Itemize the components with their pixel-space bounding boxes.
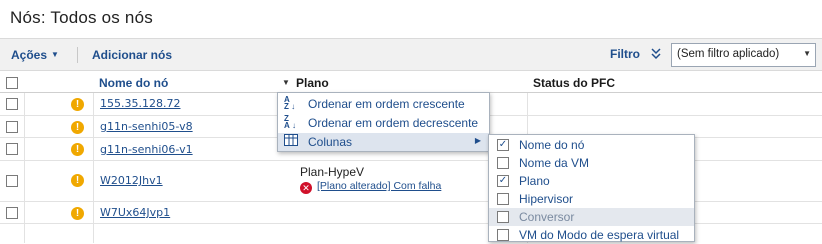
menu-item-sort-descending[interactable]: ZA ↓ Ordenar em ordem decrescente [278,114,489,132]
columns-submenu: ✓ Nome do nó Nome da VM ✓ Plano Hipervis… [488,134,695,242]
menu-item-label: Ordenar em ordem crescente [308,97,465,111]
checkbox-checked[interactable]: ✓ [497,139,509,151]
column-option-vm-name[interactable]: Nome da VM [489,154,694,172]
checkbox-checked[interactable]: ✓ [497,175,509,187]
toolbar-divider [77,47,78,63]
collapse-chevrons-icon[interactable] [650,46,664,62]
error-icon: ✕ [300,182,312,194]
checkbox-unchecked[interactable] [497,229,509,241]
actions-menu-button[interactable]: Ações ▼ [11,48,59,62]
column-option-label: Plano [519,174,550,188]
page-title: Nós: Todos os nós [10,8,153,27]
pfc-status[interactable]: ✕ [Plano alterado] Com falha [300,180,441,194]
filter-select[interactable]: (Sem filtro aplicado) ▼ [671,43,816,67]
checkbox-unchecked[interactable] [497,193,509,205]
column-option-label: VM do Modo de espera virtual [519,228,680,242]
node-name-link[interactable]: W7Ux64Jvp1 [100,206,170,219]
warning-icon: ! [71,121,84,134]
row-checkbox[interactable] [6,121,18,133]
menu-item-label: Ordenar em ordem decrescente [308,116,479,130]
warning-icon: ! [71,143,84,156]
plan-name: Plan-HypeV [300,165,365,179]
header-node-name[interactable]: Nome do nó [99,76,168,90]
row-checkbox[interactable] [6,175,18,187]
pfc-status-link[interactable]: [Plano alterado] Com falha [317,180,441,192]
table-header-row: Nome do nó ▼ Plano Status do PFC [0,73,822,93]
table-row[interactable]: ! W7Ux64Jvp1 [0,202,822,224]
node-name-link[interactable]: W2012Jhv1 [100,174,163,187]
sort-ascending-icon: AZ ↓ [284,95,296,111]
column-option-converter[interactable]: Conversor [489,208,694,226]
column-header-menu: AZ ↓ Ordenar em ordem crescente ZA ↓ Ord… [277,92,490,152]
column-option-label: Hipervisor [519,192,574,206]
columns-icon [284,134,298,150]
submenu-arrow-icon: ▶ [474,136,481,145]
row-checkbox[interactable] [6,98,18,110]
row-checkbox[interactable] [6,143,18,155]
node-name-link[interactable]: g11n-senhi05-v8 [100,120,193,133]
warning-icon: ! [71,207,84,220]
warning-icon: ! [71,98,84,111]
menu-item-sort-ascending[interactable]: AZ ↓ Ordenar em ordem crescente [278,95,489,113]
node-name-link[interactable]: g11n-senhi06-v1 [100,143,193,156]
toolbar: Ações ▼ Adicionar nós Filtro (Sem filtro … [0,38,822,71]
filter-label: Filtro [610,47,640,61]
menu-item-label: Colunas [308,135,353,149]
header-plan[interactable]: Plano [296,76,329,90]
column-option-plan[interactable]: ✓ Plano [489,172,694,190]
add-nodes-link[interactable]: Adicionar nós [92,48,172,62]
chevron-down-icon: ▼ [51,50,59,59]
checkbox-unchecked[interactable] [497,211,509,223]
filter-select-value: (Sem filtro aplicado) [677,48,780,60]
chevron-down-icon: ▼ [803,49,811,58]
header-pfc-status[interactable]: Status do PFC [533,76,615,90]
warning-icon: ! [71,174,84,187]
column-option-label: Nome da VM [519,156,590,170]
column-option-node-name[interactable]: ✓ Nome do nó [489,136,694,154]
table-row[interactable]: ! W2012Jhv1 Plan-HypeV ✕ [Plano alterado]… [0,161,822,202]
checkbox-unchecked[interactable] [497,157,509,169]
menu-item-columns[interactable]: Colunas ▶ [278,133,489,151]
column-option-label: Nome do nó [519,138,585,152]
column-menu-arrow-icon[interactable]: ▼ [282,78,290,87]
row-checkbox[interactable] [6,207,18,219]
column-option-virtual-standby-vm[interactable]: VM do Modo de espera virtual [489,226,694,244]
column-option-hypervisor[interactable]: Hipervisor [489,190,694,208]
sort-descending-icon: ZA ↓ [284,114,296,130]
node-name-link[interactable]: 155.35.128.72 [100,97,180,110]
actions-label: Ações [11,48,48,62]
column-option-label: Conversor [519,210,575,224]
select-all-checkbox[interactable] [6,77,18,89]
